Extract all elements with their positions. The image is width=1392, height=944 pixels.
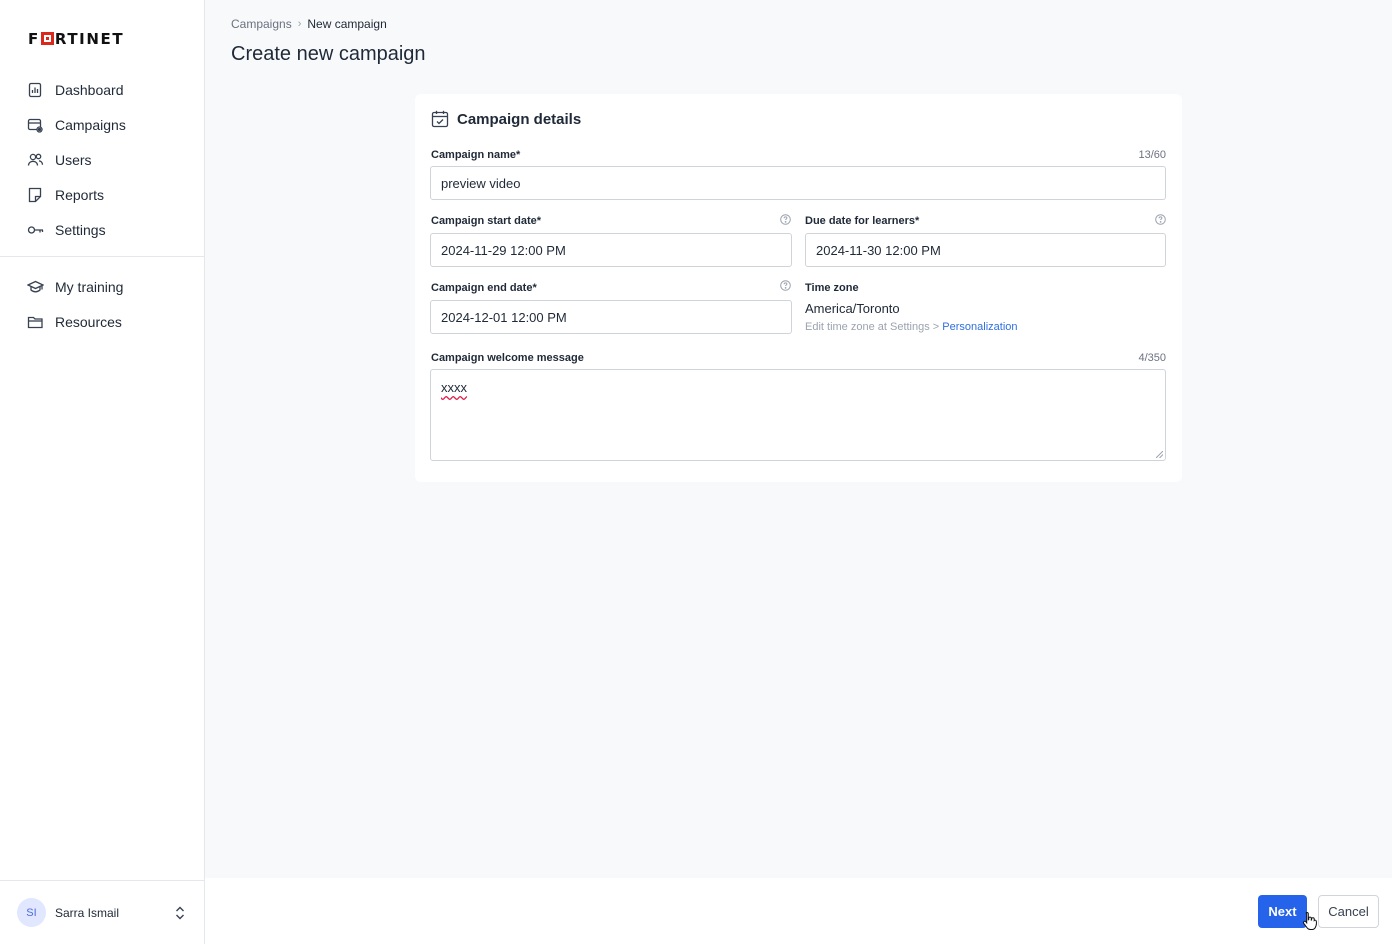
fortinet-logo[interactable]: F RTINET — [28, 31, 124, 47]
sidebar-item-label: Users — [55, 151, 92, 168]
breadcrumb-current: New campaign — [307, 17, 387, 31]
sidebar-item-my-training[interactable]: My training — [0, 269, 204, 304]
card-header: Campaign details — [431, 110, 581, 128]
nav-divider — [0, 256, 204, 257]
start-date-input[interactable]: 2024-11-29 12:00 PM — [430, 233, 792, 267]
calendar-check-icon — [431, 110, 449, 128]
key-icon — [26, 221, 44, 239]
breadcrumb-campaigns-link[interactable]: Campaigns — [231, 17, 292, 31]
breadcrumb: Campaigns › New campaign — [231, 17, 387, 31]
hand-cursor-icon — [1302, 911, 1317, 930]
users-icon — [26, 151, 44, 169]
next-button[interactable]: Next — [1258, 895, 1307, 928]
cancel-button[interactable]: Cancel — [1318, 895, 1379, 928]
sidebar-item-reports[interactable]: Reports — [0, 177, 204, 212]
sidebar-item-label: My training — [55, 278, 124, 295]
reports-icon — [26, 186, 44, 204]
page-title: Create new campaign — [231, 43, 426, 65]
sidebar: F RTINET Dashboard Campaigns Users Report… — [0, 0, 205, 944]
welcome-message-text: xxxx — [441, 380, 467, 395]
sidebar-item-label: Dashboard — [55, 81, 124, 98]
sidebar-item-label: Settings — [55, 221, 106, 238]
avatar: SI — [17, 898, 46, 927]
secondary-nav: My training Resources — [0, 269, 204, 339]
resize-handle-icon[interactable] — [1156, 451, 1163, 458]
end-date-label: Campaign end date* — [431, 282, 537, 294]
time-zone-value: America/Toronto — [805, 301, 900, 316]
end-date-input[interactable]: 2024-12-01 12:00 PM — [430, 300, 792, 334]
chevron-right-icon: › — [297, 18, 302, 30]
campaign-name-counter: 13/60 — [1138, 149, 1166, 161]
dashboard-icon — [26, 81, 44, 99]
due-date-label: Due date for learners* — [805, 215, 920, 227]
welcome-message-textarea[interactable]: xxxx — [430, 369, 1166, 461]
help-icon[interactable] — [1155, 214, 1166, 225]
sidebar-item-label: Reports — [55, 186, 105, 203]
user-name: Sarra Ismail — [55, 905, 120, 920]
campaigns-icon — [26, 116, 44, 134]
folder-icon — [26, 313, 44, 331]
time-zone-label: Time zone — [805, 282, 859, 294]
due-date-input[interactable]: 2024-11-30 12:00 PM — [805, 233, 1166, 267]
primary-nav: Dashboard Campaigns Users Reports Settin… — [0, 72, 204, 247]
sidebar-item-label: Campaigns — [55, 116, 126, 133]
campaign-name-label: Campaign name* — [431, 149, 521, 161]
user-menu[interactable]: SI Sarra Ismail — [0, 880, 204, 944]
time-zone-hint-text: Edit time zone at Settings > — [805, 321, 943, 333]
sidebar-item-campaigns[interactable]: Campaigns — [0, 107, 204, 142]
card-title: Campaign details — [457, 110, 582, 128]
time-zone-hint: Edit time zone at Settings > Personaliza… — [805, 321, 1018, 333]
campaign-details-card: Campaign details Campaign name* 13/60 pr… — [415, 94, 1182, 482]
sidebar-item-settings[interactable]: Settings — [0, 212, 204, 247]
help-icon[interactable] — [780, 280, 791, 291]
graduation-cap-icon — [26, 278, 44, 296]
personalization-link[interactable]: Personalization — [942, 321, 1017, 333]
sidebar-item-dashboard[interactable]: Dashboard — [0, 72, 204, 107]
sidebar-item-resources[interactable]: Resources — [0, 304, 204, 339]
sidebar-item-label: Resources — [55, 313, 122, 330]
start-date-label: Campaign start date* — [431, 215, 542, 227]
campaign-name-input[interactable]: preview video — [430, 166, 1166, 200]
welcome-message-label: Campaign welcome message — [431, 352, 584, 364]
footer-bar: Next Cancel — [205, 878, 1392, 944]
welcome-message-counter: 4/350 — [1138, 352, 1166, 364]
sidebar-item-users[interactable]: Users — [0, 142, 204, 177]
chevron-up-down-icon[interactable] — [174, 905, 186, 921]
help-icon[interactable] — [780, 214, 791, 225]
